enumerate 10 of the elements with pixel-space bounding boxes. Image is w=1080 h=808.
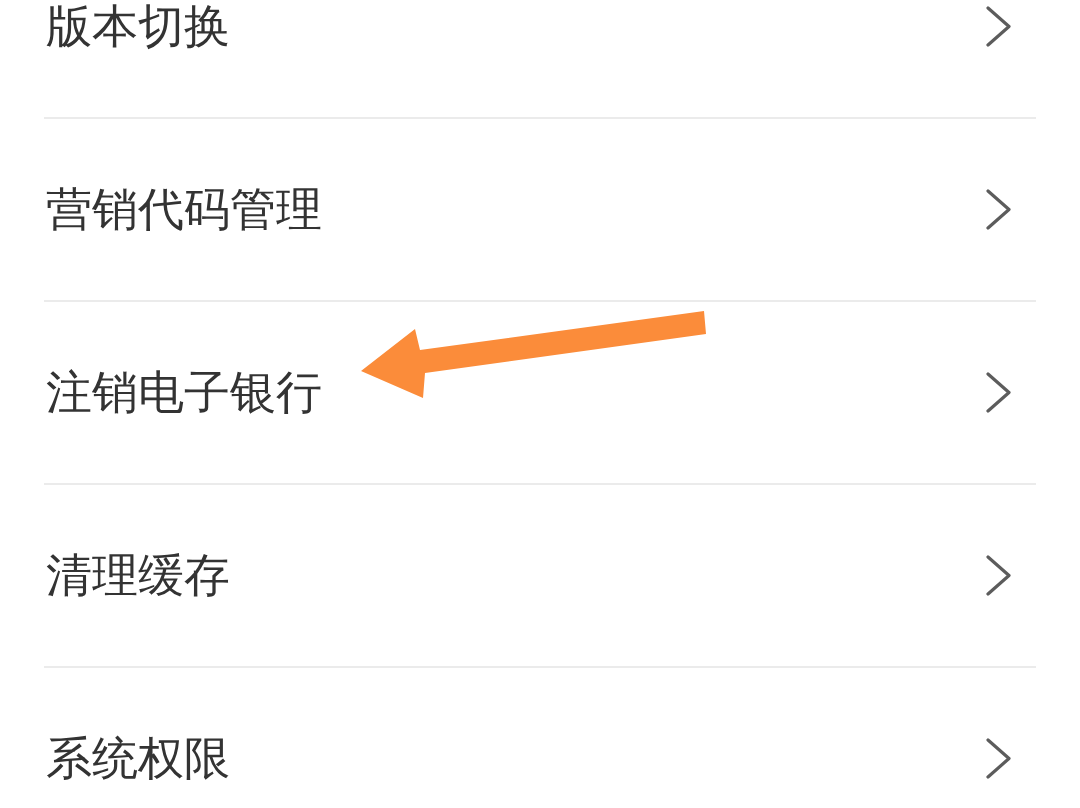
settings-item[interactable]: 清理缓存 (44, 485, 1036, 668)
settings-item[interactable]: 营销代码管理 (44, 119, 1036, 302)
chevron-icon (986, 6, 1012, 47)
chevron-icon (986, 372, 1012, 413)
chevron-icon (986, 189, 1012, 230)
settings-item[interactable]: 注销电子银行 (44, 302, 1036, 485)
settings-item[interactable]: 版本切换 (44, 0, 1036, 119)
settings-item[interactable]: 系统权限 (44, 668, 1036, 808)
chevron-icon (986, 555, 1012, 596)
chevron-icon (986, 738, 1012, 779)
